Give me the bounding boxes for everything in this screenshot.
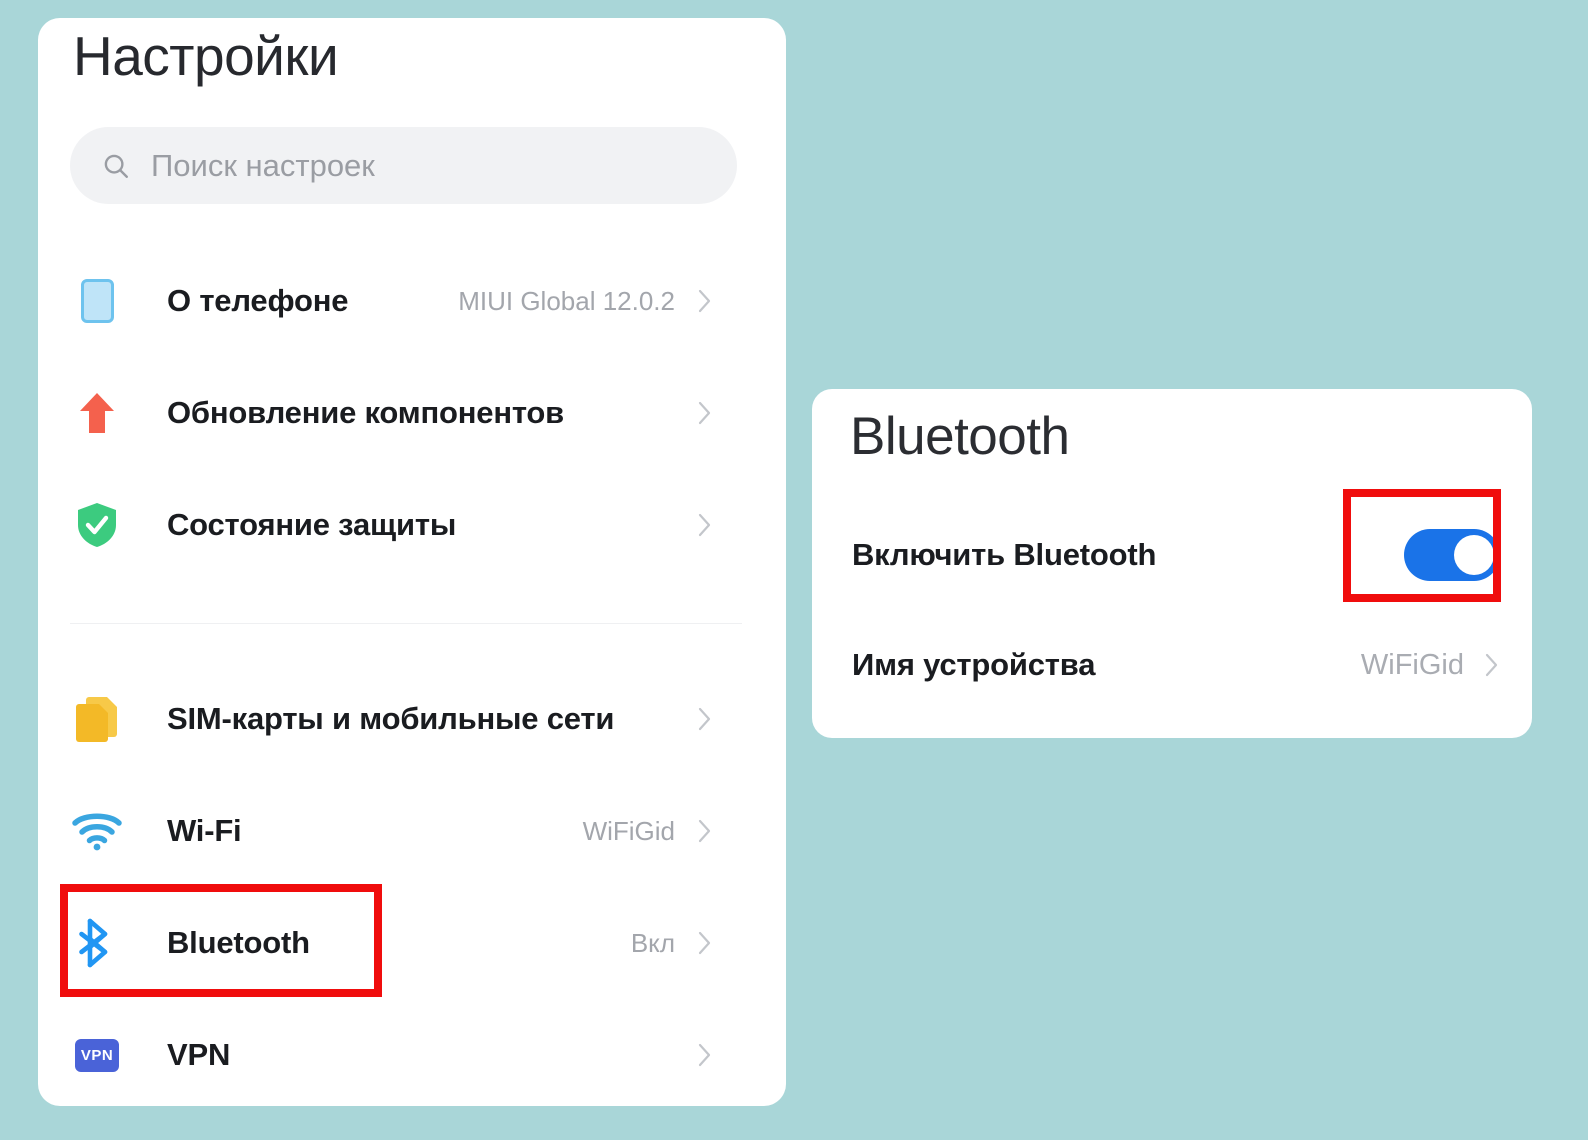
sidebar-item-wifi[interactable]: Wi-Fi WiFiGid bbox=[0, 775, 748, 887]
sidebar-item-component-update[interactable]: Обновление компонентов bbox=[0, 357, 748, 469]
group-divider bbox=[70, 623, 742, 624]
list-item-label: SIM-карты и мобильные сети bbox=[167, 701, 615, 736]
bluetooth-device-name-label: Имя устройства bbox=[852, 647, 1096, 682]
wifi-icon bbox=[70, 804, 124, 858]
bluetooth-panel-title: Bluetooth bbox=[850, 407, 1070, 466]
chevron-right-icon bbox=[697, 1041, 713, 1069]
bluetooth-enable-toggle[interactable] bbox=[1404, 529, 1500, 581]
search-icon bbox=[101, 151, 131, 181]
sidebar-item-about-phone[interactable]: О телефоне MIUI Global 12.0.2 bbox=[0, 245, 748, 357]
search-input[interactable]: Поиск настроек bbox=[70, 127, 737, 204]
chevron-right-icon bbox=[697, 817, 713, 845]
list-item-label: Обновление компонентов bbox=[167, 395, 565, 430]
bluetooth-device-name-row[interactable]: Имя устройства WiFiGid bbox=[852, 635, 1500, 695]
list-item-label: VPN bbox=[167, 1037, 231, 1072]
sidebar-item-security-status[interactable]: Состояние защиты bbox=[0, 469, 748, 581]
list-item-label: Wi-Fi bbox=[167, 813, 242, 848]
list-item-label: Состояние защиты bbox=[167, 507, 457, 542]
chevron-right-icon bbox=[697, 511, 713, 539]
chevron-right-icon bbox=[697, 929, 713, 957]
search-placeholder: Поиск настроек bbox=[151, 147, 375, 183]
list-item-label: О телефоне bbox=[167, 283, 349, 318]
chevron-right-icon bbox=[1484, 651, 1500, 679]
bluetooth-enable-row[interactable]: Включить Bluetooth bbox=[852, 525, 1500, 585]
vpn-icon-label: VPN bbox=[75, 1038, 119, 1072]
shield-check-icon bbox=[70, 498, 124, 552]
bluetooth-device-name-value: WiFiGid bbox=[1360, 648, 1464, 681]
sim-card-icon bbox=[70, 692, 124, 746]
sidebar-item-bluetooth[interactable]: Bluetooth Вкл bbox=[0, 887, 748, 999]
list-item-value: MIUI Global 12.0.2 bbox=[458, 285, 675, 316]
list-item-value: WiFiGid bbox=[582, 815, 675, 846]
sidebar-item-vpn[interactable]: VPN VPN bbox=[0, 999, 748, 1111]
chevron-right-icon bbox=[697, 705, 713, 733]
vpn-icon: VPN bbox=[70, 1028, 124, 1082]
chevron-right-icon bbox=[697, 399, 713, 427]
settings-group-network: SIM-карты и мобильные сети Wi-Fi WiFiGid bbox=[0, 663, 748, 1111]
chevron-right-icon bbox=[697, 287, 713, 315]
bluetooth-enable-label: Включить Bluetooth bbox=[852, 537, 1157, 572]
arrow-up-icon bbox=[70, 386, 124, 440]
list-item-value: Вкл bbox=[630, 927, 675, 958]
list-item-label: Bluetooth bbox=[167, 925, 310, 960]
page-title: Настройки bbox=[73, 25, 339, 87]
phone-icon bbox=[70, 274, 124, 328]
sidebar-item-sim-cards[interactable]: SIM-карты и мобильные сети bbox=[0, 663, 748, 775]
bluetooth-icon bbox=[70, 916, 124, 970]
toggle-knob bbox=[1454, 535, 1494, 575]
settings-group-system: О телефоне MIUI Global 12.0.2 Обновление… bbox=[0, 245, 748, 581]
